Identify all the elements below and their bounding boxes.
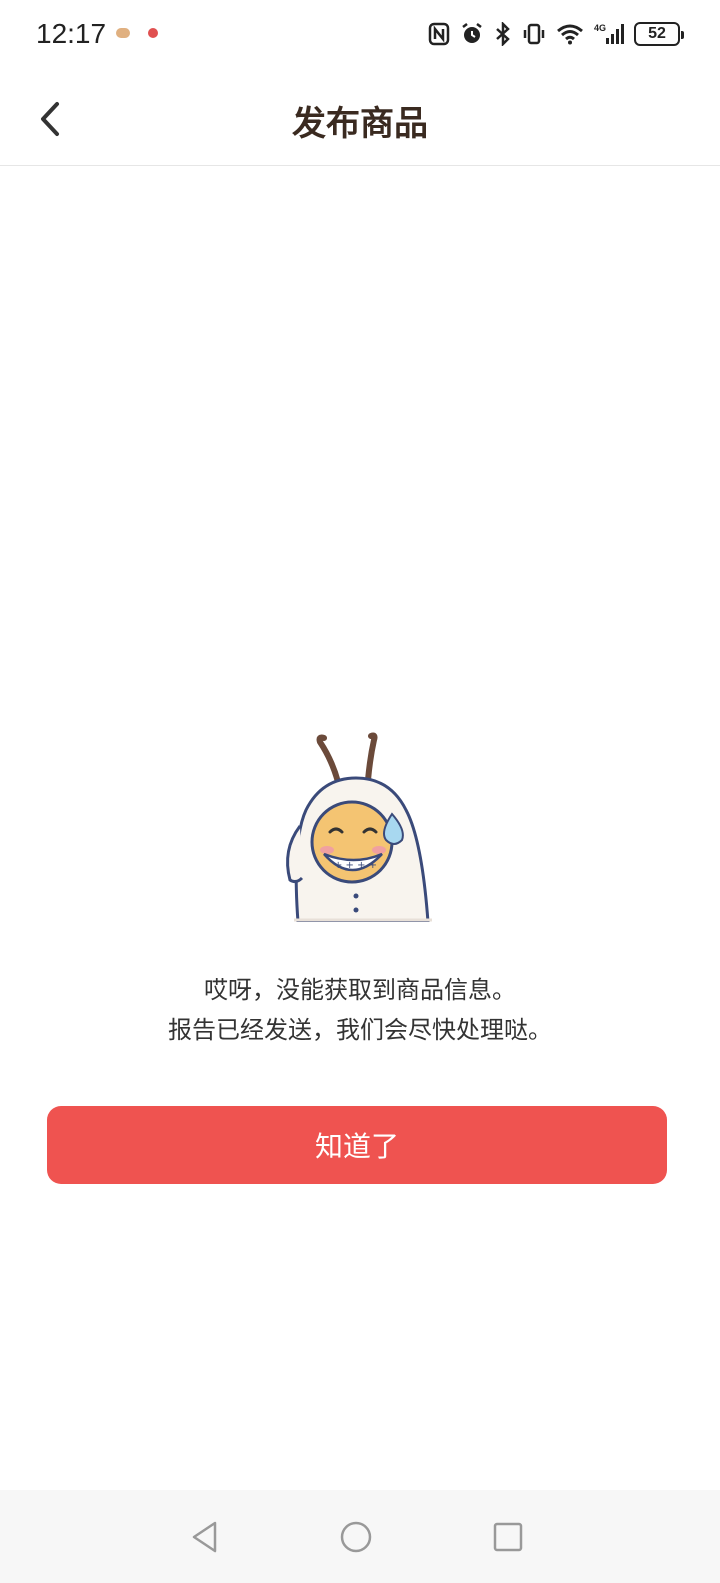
- vibrate-icon: [523, 23, 545, 45]
- acknowledge-button-label: 知道了: [314, 1130, 399, 1163]
- alarm-icon: [462, 23, 482, 43]
- wifi-icon: [557, 24, 583, 45]
- notification-icons: [116, 28, 158, 38]
- title-bar: 发布商品: [0, 72, 720, 166]
- error-message-line-1: 哎呀，没能获取到商品信息。: [204, 976, 516, 1004]
- signal-4g-icon: 4G: [594, 23, 624, 44]
- acknowledge-button[interactable]: 知道了: [47, 1106, 667, 1184]
- navigation-bar: [0, 1490, 720, 1583]
- mascot-illustration: + + + +: [286, 732, 432, 922]
- bluetooth-icon: [496, 22, 510, 46]
- nfc-icon: [428, 22, 450, 46]
- status-icons: 4G 52: [428, 22, 684, 46]
- nav-back-button[interactable]: [180, 1512, 230, 1562]
- error-message-line-2: 报告已经发送，我们会尽快处理哒。: [168, 1016, 552, 1044]
- battery-icon: 52: [634, 22, 684, 46]
- svg-text:+ + + +: + + + +: [334, 860, 377, 871]
- notification-app-icon: [148, 28, 158, 38]
- back-triangle-icon: [192, 1521, 217, 1553]
- recents-square-icon: [493, 1522, 523, 1552]
- page-title: 发布商品: [292, 104, 428, 144]
- nav-home-button[interactable]: [331, 1512, 381, 1562]
- notification-app-icon: [116, 28, 130, 38]
- home-circle-icon: [340, 1521, 372, 1553]
- status-bar: 12:17 4G 52: [0, 0, 720, 72]
- battery-level: 52: [648, 25, 666, 42]
- nav-recents-button[interactable]: [483, 1512, 533, 1562]
- status-time: 12:17: [36, 18, 107, 49]
- svg-text:4G: 4G: [594, 23, 606, 33]
